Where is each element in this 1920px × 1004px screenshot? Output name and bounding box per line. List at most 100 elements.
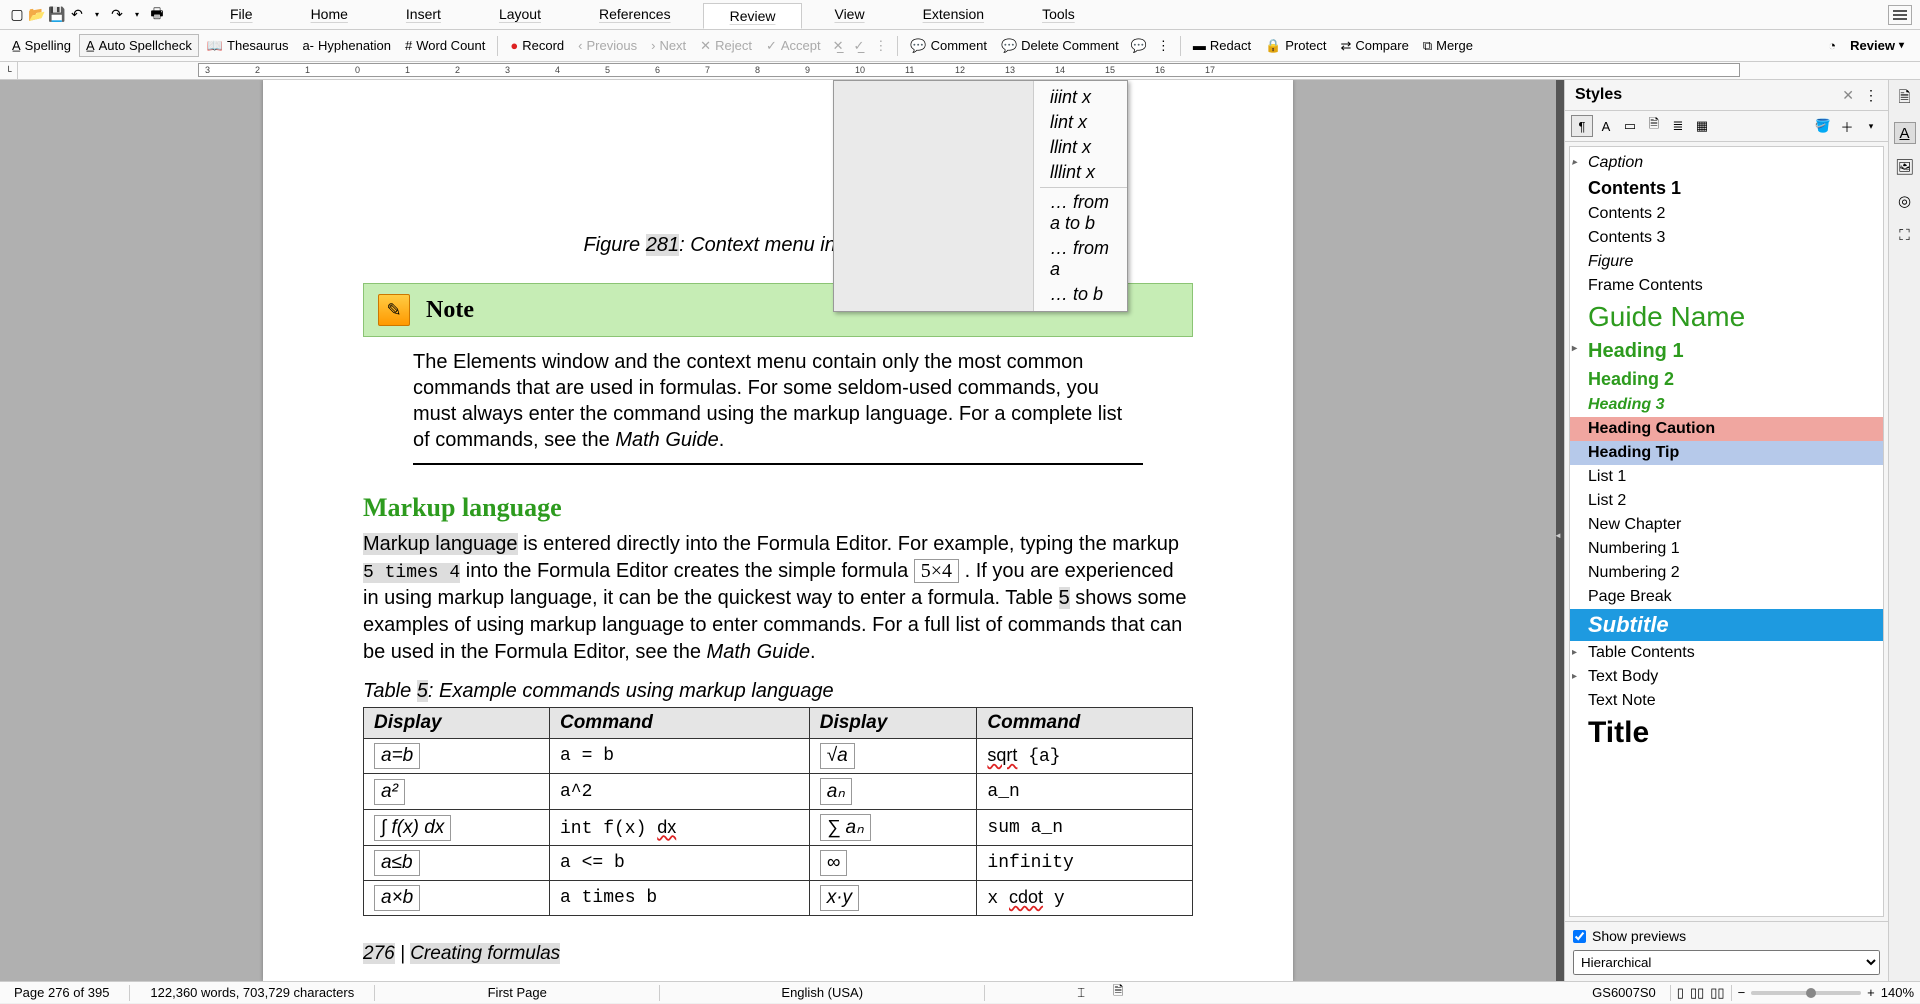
- side-page-icon[interactable]: ⛶: [1894, 224, 1916, 246]
- show-previews-checkbox[interactable]: Show previews: [1573, 928, 1880, 944]
- delete-comment-button[interactable]: 💬Delete Comment: [995, 35, 1125, 57]
- print-icon[interactable]: 🖶: [148, 6, 166, 24]
- reject-button[interactable]: ✕Reject: [694, 35, 758, 57]
- auto-spellcheck-button[interactable]: A̲Auto Spellcheck: [79, 34, 199, 57]
- menu-home[interactable]: Home: [285, 2, 374, 28]
- side-navigator-icon[interactable]: ◎: [1894, 190, 1916, 212]
- zoom-value[interactable]: 140%: [1881, 985, 1914, 1000]
- list-styles-icon[interactable]: ≣: [1667, 115, 1689, 137]
- view-book-icon[interactable]: ▯▯: [1710, 985, 1724, 1001]
- styles-menu-icon[interactable]: ⋮: [1864, 87, 1878, 104]
- status-words[interactable]: 122,360 words, 703,729 characters: [142, 985, 362, 1000]
- fill-format-icon[interactable]: 🪣: [1812, 115, 1834, 137]
- style-item[interactable]: Heading 2: [1570, 366, 1883, 393]
- style-item[interactable]: Title: [1570, 713, 1883, 753]
- style-item[interactable]: Heading Tip: [1570, 441, 1883, 465]
- status-page-style[interactable]: First Page: [387, 985, 647, 1000]
- menu-file[interactable]: File: [204, 2, 279, 28]
- status-signature[interactable]: 🗎: [1105, 982, 1131, 1004]
- open-icon[interactable]: 📂: [28, 6, 46, 24]
- styles-filter-select[interactable]: Hierarchical: [1573, 950, 1880, 975]
- zoom-slider[interactable]: [1751, 991, 1861, 995]
- hyphenation-button[interactable]: a-Hyphenation: [296, 35, 397, 56]
- side-styles-icon[interactable]: A: [1894, 122, 1916, 144]
- ctx-item[interactable]: … from a to b: [1040, 190, 1127, 236]
- word-count-button[interactable]: #Word Count: [399, 35, 491, 56]
- thesaurus-button[interactable]: 📖Thesaurus: [201, 35, 295, 57]
- page-styles-icon[interactable]: 🗎: [1643, 115, 1665, 137]
- style-item[interactable]: Numbering 2: [1570, 561, 1883, 585]
- menu-layout[interactable]: Layout: [473, 2, 567, 28]
- redo-dropdown-icon[interactable]: ▾: [128, 6, 146, 24]
- previous-button[interactable]: ‹Previous: [572, 35, 643, 56]
- style-item[interactable]: Guide Name: [1570, 298, 1883, 337]
- style-item[interactable]: ▸Caption: [1570, 151, 1883, 175]
- redact-button[interactable]: ▬Redact: [1187, 35, 1257, 56]
- menu-insert[interactable]: Insert: [380, 2, 467, 28]
- record-button[interactable]: ●Record: [504, 35, 570, 56]
- spelling-button[interactable]: A̲Spelling: [6, 35, 77, 56]
- side-gallery-icon[interactable]: 🖼: [1894, 156, 1916, 178]
- zoom-out-icon[interactable]: −: [1738, 985, 1746, 1000]
- menu-extension[interactable]: Extension: [897, 2, 1010, 28]
- comment-nav-icon[interactable]: 💬: [1127, 38, 1151, 54]
- style-item[interactable]: ▸Text Body: [1570, 665, 1883, 689]
- side-properties-icon[interactable]: 🗎: [1894, 88, 1916, 110]
- close-icon[interactable]: ✕: [1842, 87, 1854, 104]
- ctx-item[interactable]: … to b: [1040, 282, 1127, 307]
- accept-button[interactable]: ✓Accept: [760, 35, 827, 57]
- style-item[interactable]: Frame Contents: [1570, 274, 1883, 298]
- style-item[interactable]: Contents 2: [1570, 202, 1883, 226]
- style-item[interactable]: Heading 3: [1570, 393, 1883, 417]
- panel-splitter[interactable]: [1556, 80, 1564, 981]
- style-item[interactable]: ▸Heading 1: [1570, 337, 1883, 366]
- menu-view[interactable]: View: [808, 2, 890, 28]
- status-language[interactable]: English (USA): [672, 985, 972, 1000]
- table-styles-icon[interactable]: ▦: [1691, 115, 1713, 137]
- menu-review[interactable]: Review: [703, 3, 803, 29]
- save-icon[interactable]: 💾: [48, 6, 66, 24]
- accept-all-icon[interactable]: ✓̲: [850, 38, 869, 54]
- style-item[interactable]: New Chapter: [1570, 513, 1883, 537]
- protect-button[interactable]: 🔒Protect: [1259, 35, 1332, 57]
- style-item[interactable]: Numbering 1: [1570, 537, 1883, 561]
- new-style-icon[interactable]: ＋: [1836, 115, 1858, 137]
- menu-references[interactable]: References: [573, 2, 697, 28]
- horizontal-ruler[interactable]: 32101234567891011121314151617: [198, 63, 1740, 77]
- undo-dropdown-icon[interactable]: ▾: [88, 6, 106, 24]
- style-item[interactable]: Contents 1: [1570, 175, 1883, 202]
- compare-button[interactable]: ⇄Compare: [1334, 35, 1414, 57]
- status-page[interactable]: Page 276 of 395: [6, 985, 117, 1000]
- style-dropdown-icon[interactable]: ▾: [1860, 115, 1882, 137]
- comment-dropdown-icon[interactable]: ⋮: [1153, 38, 1174, 54]
- new-icon[interactable]: ▢: [8, 6, 26, 24]
- view-multi-icon[interactable]: ▯▯: [1690, 985, 1704, 1001]
- style-item[interactable]: Figure: [1570, 250, 1883, 274]
- reject-all-icon[interactable]: ✕̲: [829, 38, 848, 54]
- ctx-item[interactable]: … from a: [1040, 236, 1127, 282]
- redo-icon[interactable]: ↷: [108, 6, 126, 24]
- style-item[interactable]: Text Note: [1570, 689, 1883, 713]
- ctx-item[interactable]: llint x: [1040, 135, 1127, 160]
- menu-hamburger[interactable]: [1888, 5, 1912, 25]
- status-icon[interactable]: ◔: [1828, 38, 1836, 53]
- track-dropdown-icon[interactable]: ⋮: [870, 38, 891, 54]
- ruler-corner[interactable]: └: [0, 62, 18, 80]
- frame-styles-icon[interactable]: ▭: [1619, 115, 1641, 137]
- menu-tools[interactable]: Tools: [1016, 2, 1101, 28]
- style-item[interactable]: Subtitle: [1570, 609, 1883, 641]
- view-single-icon[interactable]: ▯: [1677, 985, 1684, 1001]
- comment-button[interactable]: 💬Comment: [904, 35, 993, 57]
- style-item[interactable]: List 2: [1570, 489, 1883, 513]
- style-item[interactable]: List 1: [1570, 465, 1883, 489]
- style-item[interactable]: Page Break: [1570, 585, 1883, 609]
- undo-icon[interactable]: ↶: [68, 6, 86, 24]
- zoom-in-icon[interactable]: +: [1867, 985, 1875, 1000]
- style-item[interactable]: ▸Table Contents: [1570, 641, 1883, 665]
- merge-button[interactable]: ⧉Merge: [1417, 35, 1479, 57]
- next-button[interactable]: ›Next: [645, 35, 692, 56]
- char-styles-icon[interactable]: A: [1595, 115, 1617, 137]
- status-selection-mode[interactable]: ⌶: [1069, 985, 1093, 1001]
- style-item[interactable]: Heading Caution: [1570, 417, 1883, 441]
- ctx-item[interactable]: lllint x: [1040, 160, 1127, 185]
